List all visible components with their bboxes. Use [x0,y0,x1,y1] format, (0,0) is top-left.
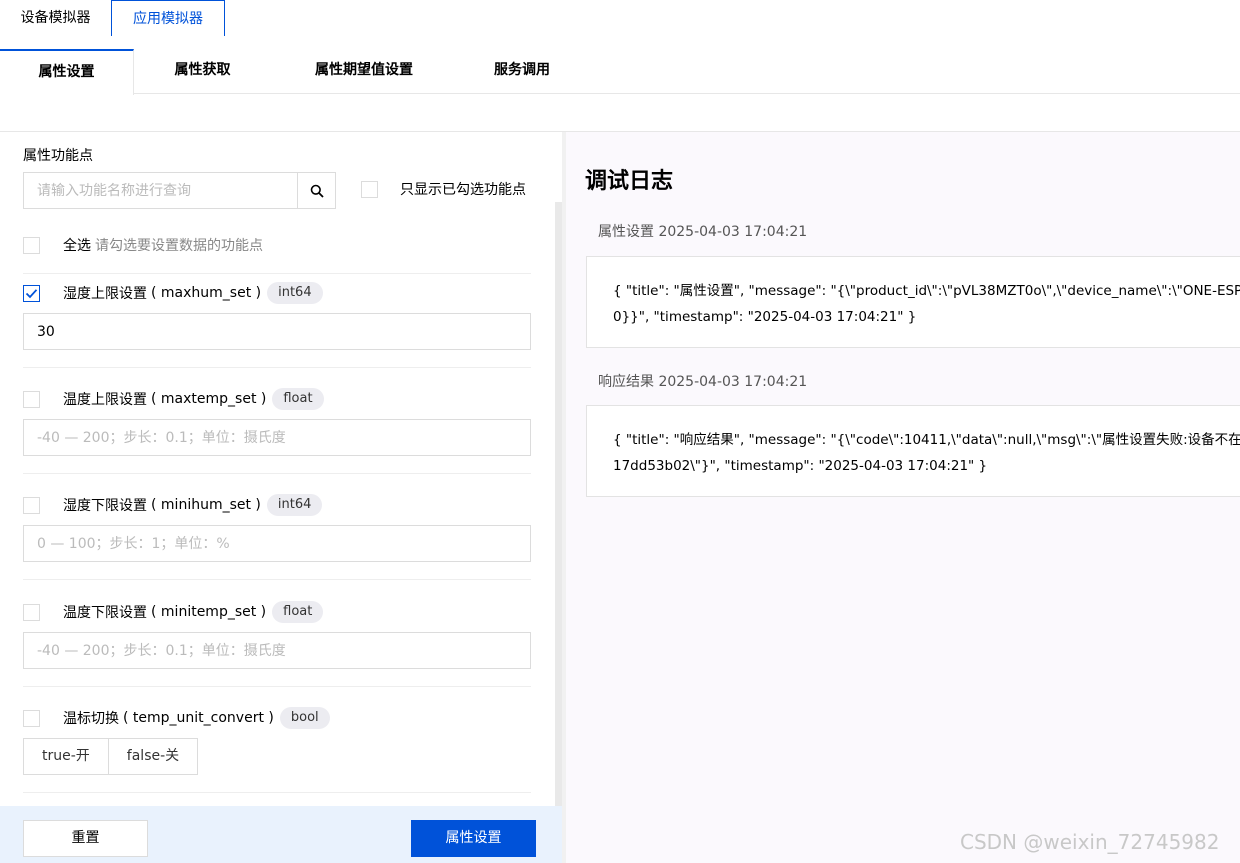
property-field-minihum [23,525,531,562]
tab-service-call[interactable]: 服务调用 [457,49,587,94]
search-box [23,172,336,209]
log-entry-body: { "title": "响应结果", "message": "{\"code\"… [586,405,1240,497]
checkmark-icon [25,288,38,298]
divider [23,367,531,368]
select-all-label: 全选 [63,238,91,254]
property-field-maxtemp [23,419,531,456]
tab-property-get[interactable]: 属性获取 [134,49,271,94]
search-input[interactable] [24,173,299,208]
section-title: 属性功能点 [23,148,93,164]
property-row-temp-unit: 温标切换 ( temp_unit_convert ) bool [23,707,330,729]
property-field-minitemp [23,632,531,669]
search-icon [310,184,324,198]
property-identifier: ( temp_unit_convert ) [123,710,274,726]
only-checked-label: 只显示已勾选功能点 [400,182,526,198]
log-entry-body: { "title": "属性设置", "message": "{\"produc… [586,256,1240,348]
log-line: 0}}", "timestamp": "2025-04-03 17:04:21"… [613,309,917,325]
tab-property-set[interactable]: 属性设置 [0,49,134,95]
log-entry-header: 属性设置 2025-04-03 17:04:21 [598,224,808,240]
property-checkbox[interactable] [23,709,40,727]
divider [23,273,531,274]
property-set-button[interactable]: 属性设置 [411,820,536,857]
log-line: { "title": "属性设置", "message": "{\"produc… [613,283,1240,299]
property-row-minihum: 湿度下限设置 ( minihum_set ) int64 [23,494,323,516]
property-identifier: ( minitemp_set ) [151,604,267,620]
select-all-checkbox[interactable] [23,236,40,254]
property-row-minitemp: 温度下限设置 ( minitemp_set ) float [23,601,324,623]
select-all-hint: 请勾选要设置数据的功能点 [95,238,263,254]
scrollbar[interactable] [555,202,562,806]
only-checked-checkbox[interactable] [361,180,378,198]
minihum-input[interactable] [24,526,530,561]
tab-desired-property-set[interactable]: 属性期望值设置 [271,49,457,94]
property-identifier: ( minihum_set ) [151,497,261,513]
watermark: CSDN @weixin_72745982 [960,830,1220,854]
tab-device-simulator[interactable]: 设备模拟器 [0,0,111,36]
property-name: 湿度下限设置 [63,498,147,514]
divider [23,473,531,474]
only-checked-filter[interactable]: 只显示已勾选功能点 [361,179,526,199]
type-badge: bool [279,707,330,729]
property-identifier: ( maxtemp_set ) [151,391,267,407]
property-name: 温标切换 [63,711,119,727]
search-button[interactable] [297,173,335,208]
bool-radio-group: true-开 false-关 [23,738,199,775]
type-badge: float [272,388,324,410]
type-badge: int64 [266,494,323,516]
property-name: 温度上限设置 [63,392,147,408]
log-line: 17dd53b02\"}", "timestamp": "2025-04-03 … [613,458,988,474]
property-checkbox[interactable] [23,496,40,514]
property-row-maxtemp: 温度上限设置 ( maxtemp_set ) float [23,388,324,410]
bool-false-option[interactable]: false-关 [108,738,199,775]
simulator-tabs: 设备模拟器 应用模拟器 [0,0,1240,36]
property-checkbox[interactable] [23,390,40,408]
divider [23,686,531,687]
bool-true-option[interactable]: true-开 [23,738,109,775]
maxhum-input[interactable] [24,314,530,349]
property-name: 湿度上限设置 [63,286,147,302]
debug-log-title: 调试日志 [585,169,674,194]
divider [23,792,531,793]
reset-button[interactable]: 重置 [23,820,148,857]
property-row-maxhum: 湿度上限设置 ( maxhum_set ) int64 [23,282,323,304]
log-entry-header: 响应结果 2025-04-03 17:04:21 [598,374,808,390]
log-line: { "title": "响应结果", "message": "{\"code\"… [613,432,1240,448]
property-identifier: ( maxhum_set ) [151,285,262,301]
app-simulator-page: 设备模拟器 应用模拟器 属性设置 属性获取 属性期望值设置 服务调用 属性功能点… [0,0,1240,863]
debug-log-panel [566,132,1240,863]
divider [23,579,531,580]
function-tabs: 属性设置 属性获取 属性期望值设置 服务调用 [0,49,1240,95]
property-checkbox[interactable] [23,603,40,621]
minitemp-input[interactable] [24,633,530,668]
property-checkbox[interactable] [23,284,40,302]
type-badge: float [272,601,324,623]
select-all[interactable]: 全选 请勾选要设置数据的功能点 [23,235,263,255]
maxtemp-input[interactable] [24,420,530,455]
property-name: 温度下限设置 [63,605,147,621]
type-badge: int64 [267,282,323,304]
tab-app-simulator[interactable]: 应用模拟器 [111,0,225,36]
property-field-maxhum [23,313,531,350]
